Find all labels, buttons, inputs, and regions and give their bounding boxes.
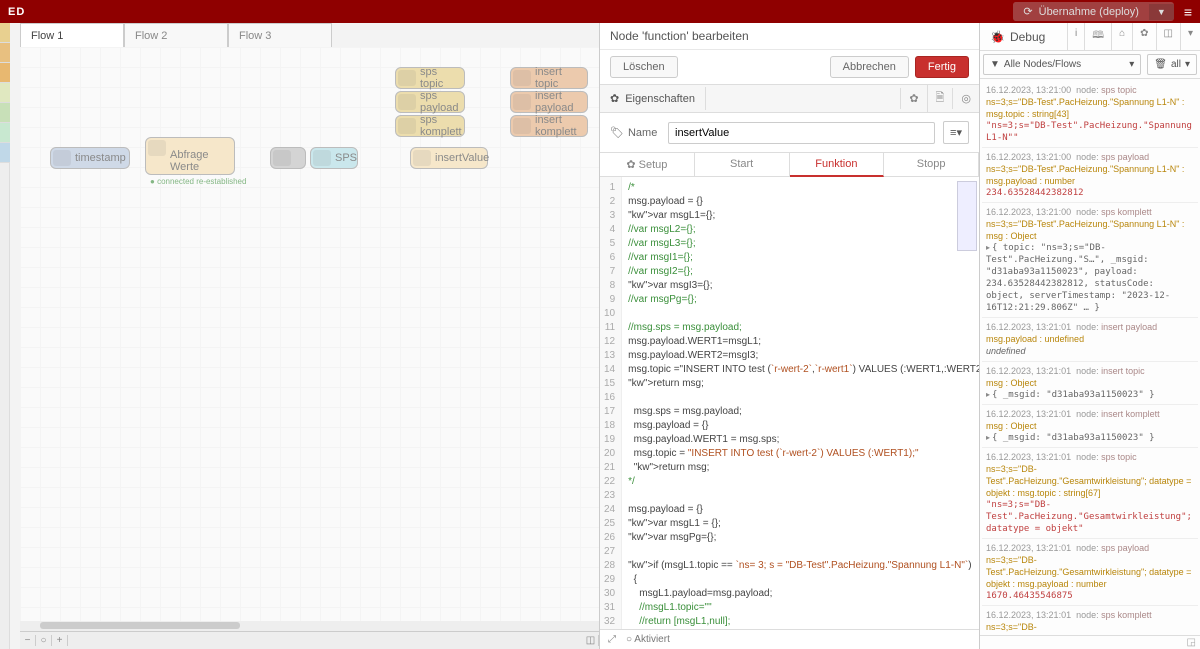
debug-messages[interactable]: 16.12.2023, 13:21:00 node: sps topicns=3… xyxy=(980,79,1200,635)
properties-tab[interactable]: ✿Eigenschaften xyxy=(600,87,706,110)
editor-title: Node 'function' bearbeiten xyxy=(600,23,979,50)
zoom-in[interactable]: + xyxy=(52,635,68,646)
flow-tab-2[interactable]: Flow 2 xyxy=(124,23,228,47)
tab-function[interactable]: Funktion xyxy=(790,153,885,177)
palette-edge[interactable] xyxy=(0,23,10,649)
sb-info-icon[interactable]: i xyxy=(1067,23,1084,50)
flow-tab-1[interactable]: Flow 1 xyxy=(20,23,124,47)
sb-debug-icon[interactable]: ⌂ xyxy=(1111,23,1132,50)
bug-icon: 🐞 xyxy=(990,30,1005,44)
gear-icon: ✿ xyxy=(626,159,635,171)
desc-icon[interactable]: 🗎 xyxy=(927,85,953,112)
sb-config-icon[interactable]: ✿ xyxy=(1132,23,1155,50)
node-insertvalue[interactable]: insertValue xyxy=(410,147,488,169)
node-status: ● connected re-established xyxy=(150,177,246,186)
tab-start[interactable]: Start xyxy=(695,153,790,176)
tag-icon: 🏷 xyxy=(610,126,624,139)
flow-tabs: Flow 1 Flow 2 Flow 3 xyxy=(20,23,332,47)
flow-canvas[interactable]: timestamp Abfrage Werte ● connected re-e… xyxy=(20,47,599,629)
sb-help-icon[interactable]: 🕮 xyxy=(1084,23,1111,50)
debug-title: 🐞Debug xyxy=(980,24,1067,50)
debug-sidebar: 🐞Debug i 🕮 ⌂ ✿ ◫ ▾ ▼Alle Nodes/Flows▾ 🗑a… xyxy=(980,23,1200,649)
enabled-toggle[interactable]: ○ Aktiviert xyxy=(626,634,670,645)
flow-tab-3[interactable]: Flow 3 xyxy=(228,23,332,47)
filter-icon: ▼ xyxy=(990,59,1000,70)
node-link[interactable] xyxy=(270,147,306,169)
deploy-group: ⟳Übernahme (deploy) ▼ xyxy=(1013,2,1173,21)
filter-nodes[interactable]: ▼Alle Nodes/Flows▾ xyxy=(983,54,1141,75)
zoom-reset[interactable]: ○ xyxy=(36,635,52,646)
app-header: ED ⟳Übernahme (deploy) ▼ ≡ xyxy=(0,0,1200,23)
open-window-icon[interactable]: ◲ xyxy=(1187,637,1196,648)
logo: ED xyxy=(8,6,25,18)
node-sps-payload[interactable]: sps payload xyxy=(395,91,465,113)
delete-button[interactable]: Löschen xyxy=(610,56,678,78)
flow-canvas-area: Flow 1 Flow 2 Flow 3 timestamp Abfrage W… xyxy=(0,23,600,649)
name-label: 🏷Name xyxy=(610,126,660,139)
name-input[interactable] xyxy=(668,122,935,144)
code-minimap[interactable] xyxy=(957,181,977,251)
done-button[interactable]: Fertig xyxy=(915,56,969,78)
sb-caret-icon[interactable]: ▾ xyxy=(1180,23,1200,50)
zoom-out[interactable]: − xyxy=(20,635,36,646)
canvas-footer: − ○ + ◫ xyxy=(20,631,599,649)
name-menu[interactable]: ≡▾ xyxy=(943,121,969,144)
node-sps-topic[interactable]: sps topic xyxy=(395,67,465,89)
node-abfrage[interactable]: Abfrage Werte xyxy=(145,137,235,175)
sidebar-footer: ◲ xyxy=(980,635,1200,649)
cancel-button[interactable]: Abbrechen xyxy=(830,56,909,78)
tab-setup[interactable]: ✿ Setup xyxy=(600,153,695,176)
filter-all[interactable]: 🗑all▾ xyxy=(1147,54,1197,75)
node-sps[interactable]: SPS xyxy=(310,147,358,169)
menu-icon[interactable]: ≡ xyxy=(1184,4,1192,20)
expand-icon[interactable]: ⤢ xyxy=(608,634,616,645)
node-timestamp[interactable]: timestamp xyxy=(50,147,130,169)
node-insert-komplett[interactable]: insert komplett xyxy=(510,115,588,137)
sb-context-icon[interactable]: ◫ xyxy=(1156,23,1180,50)
node-insert-topic[interactable]: insert topic xyxy=(510,67,588,89)
deploy-button[interactable]: ⟳Übernahme (deploy) xyxy=(1013,2,1149,21)
gear-icon: ✿ xyxy=(610,92,619,105)
info-icon[interactable]: ◎ xyxy=(952,88,979,109)
canvas-scrollbar[interactable] xyxy=(20,621,599,631)
appearance-icon[interactable]: ✿ xyxy=(900,88,926,109)
nav-icon[interactable]: ◫ xyxy=(583,635,599,646)
code-editor[interactable]: 1234567891011121314151617181920212223242… xyxy=(600,177,979,629)
node-insert-payload[interactable]: insert payload xyxy=(510,91,588,113)
trash-icon: 🗑 xyxy=(1154,59,1167,70)
node-sps-komplett[interactable]: sps komplett xyxy=(395,115,465,137)
node-editor: Node 'function' bearbeiten Löschen Abbre… xyxy=(600,23,980,649)
deploy-caret[interactable]: ▼ xyxy=(1149,4,1174,20)
tab-stop[interactable]: Stopp xyxy=(884,153,979,176)
